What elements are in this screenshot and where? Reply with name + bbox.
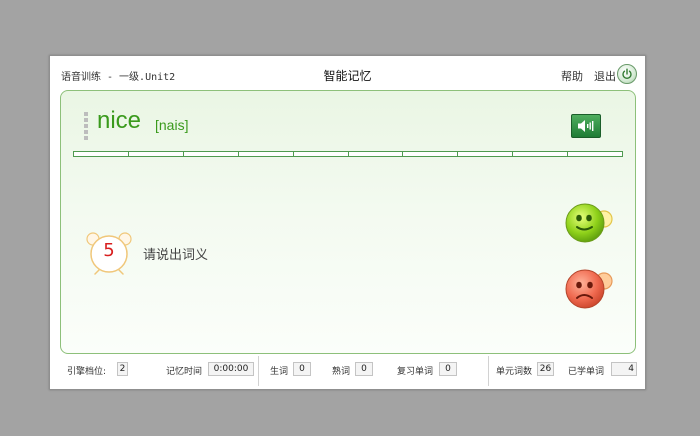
speaker-icon[interactable] [571, 114, 601, 138]
memory-time-value: 0:00:00 [208, 362, 254, 376]
new-words-label: 生词 [270, 367, 289, 377]
status-divider [258, 356, 259, 386]
learned-words-value: 4 [611, 362, 637, 376]
progress-segment [403, 152, 459, 156]
engine-level-label: 引擎档位: [67, 367, 107, 377]
review-words-label: 复习单词 [397, 367, 434, 377]
mode-title: 智能记忆 [323, 69, 372, 83]
countdown-number: 5 [103, 240, 115, 261]
engine-level-value: 2 [117, 362, 128, 376]
progress-segment [513, 152, 569, 156]
progress-segment [349, 152, 404, 156]
progress-segment [458, 152, 514, 156]
progress-segment [74, 152, 129, 156]
status-bar: 引擎档位: 2 记忆时间 0:00:00 生词 0 熟词 0 复习单词 0 单元… [50, 355, 645, 389]
progress-segment [568, 152, 622, 156]
progress-segment [239, 152, 294, 156]
status-divider [488, 356, 489, 386]
unit-word-count-label: 单元词数 [496, 367, 533, 377]
new-words-value: 0 [293, 362, 311, 376]
known-words-value: 0 [355, 362, 373, 376]
progress-bar [73, 151, 623, 157]
word-card: nice [nais] 5 请说出词义 [60, 90, 636, 354]
word-text: nice [97, 107, 142, 134]
app-window: 语音训练 - 一级.Unit2 智能记忆 帮助 退出 nice [nais] 5… [49, 55, 646, 390]
happy-face-icon[interactable] [563, 200, 615, 244]
sad-face-icon[interactable] [563, 263, 615, 311]
power-icon[interactable] [617, 64, 637, 84]
exit-button[interactable]: 退出 [594, 68, 616, 84]
prompt-text: 请说出词义 [143, 248, 209, 263]
progress-segment [294, 152, 349, 156]
phonetic-text: [nais] [155, 117, 189, 133]
review-words-value: 0 [439, 362, 457, 376]
help-button[interactable]: 帮助 [561, 68, 583, 84]
learned-words-label: 已学单词 [568, 367, 605, 377]
known-words-label: 熟词 [332, 367, 351, 377]
memory-time-label: 记忆时间 [166, 367, 203, 377]
title-bar: 语音训练 - 一级.Unit2 智能记忆 帮助 退出 [50, 56, 645, 92]
progress-segment [129, 152, 184, 156]
progress-segment [184, 152, 239, 156]
drag-handle [84, 112, 88, 142]
unit-word-count-value: 26 [537, 362, 554, 376]
